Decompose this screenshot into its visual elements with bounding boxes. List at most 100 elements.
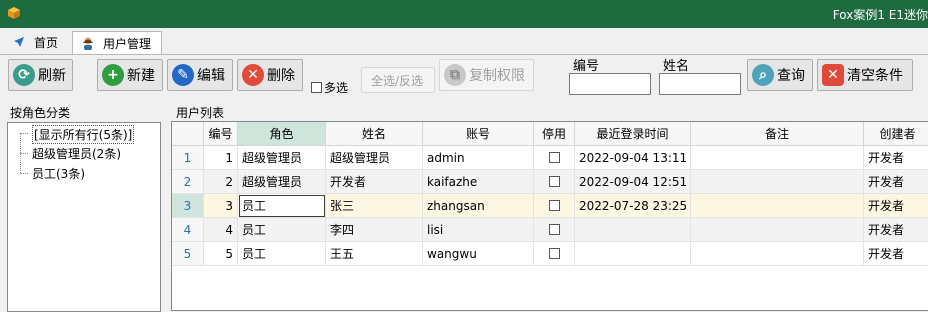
multi-select-label: 多选 — [324, 81, 349, 95]
cell-note[interactable] — [691, 146, 864, 170]
disabled-checkbox[interactable] — [548, 200, 560, 211]
disabled-checkbox[interactable] — [548, 224, 560, 235]
disabled-checkbox[interactable] — [548, 152, 560, 163]
clear-filter-button[interactable]: ✕ 清空条件 — [817, 59, 913, 91]
copy-permission-button[interactable]: ⧉ 复制权限 — [439, 59, 534, 91]
column-header[interactable]: 最近登录时间 — [575, 122, 691, 146]
cell-name[interactable]: 开发者 — [326, 170, 423, 194]
cell-last-login[interactable]: 2022-09-04 13:11 — [575, 146, 691, 170]
tab-bar: 首页 用户管理 — [0, 28, 928, 55]
cell-last-login[interactable]: 2022-07-28 23:25 — [575, 194, 691, 218]
column-header[interactable]: 编号 — [204, 122, 238, 146]
cell-account[interactable]: zhangsan — [423, 194, 534, 218]
tree-connector — [20, 133, 28, 134]
refresh-label: 刷新 — [38, 68, 66, 84]
row-number[interactable]: 5 — [172, 242, 204, 266]
cell-role[interactable]: 员工 — [238, 194, 326, 218]
row-header-corner — [172, 122, 204, 146]
edit-button[interactable]: ✎ 编辑 — [167, 59, 233, 91]
filter-name-input[interactable] — [659, 73, 741, 95]
query-button[interactable]: ⌕ 查询 — [747, 59, 813, 91]
cell-creator[interactable]: 开发者 — [864, 170, 928, 194]
cell-creator[interactable]: 开发者 — [864, 146, 928, 170]
plus-icon: + — [102, 64, 124, 86]
row-number[interactable]: 3 — [172, 194, 204, 218]
disabled-checkbox[interactable] — [548, 176, 560, 187]
tab-home-label: 首页 — [34, 35, 59, 50]
cell-id[interactable]: 1 — [204, 146, 238, 170]
filter-name-label: 姓名 — [663, 59, 690, 74]
tree-item-super-admin[interactable]: 超级管理员(2条) — [32, 145, 121, 162]
tree-connector — [20, 173, 28, 174]
user-grid: 编号 角色 姓名 账号 停用 最近登录时间 备注 创建者 1 1 超级管理员 超级管理… — [171, 121, 928, 311]
cell-account[interactable]: wangwu — [423, 242, 534, 266]
query-label: 查询 — [777, 68, 805, 84]
cell-creator[interactable]: 开发者 — [864, 194, 928, 218]
cell-note[interactable] — [691, 194, 864, 218]
cell-id[interactable]: 4 — [204, 218, 238, 242]
copy-permission-label: 复制权限 — [469, 68, 525, 84]
tree-item-staff[interactable]: 员工(3条) — [32, 165, 85, 182]
cell-name[interactable]: 王五 — [326, 242, 423, 266]
column-header[interactable]: 创建者 — [864, 122, 928, 146]
cell-name[interactable]: 超级管理员 — [326, 146, 423, 170]
cell-creator[interactable]: 开发者 — [864, 218, 928, 242]
role-tree: [显示所有行(5条)] 超级管理员(2条) 员工(3条) — [7, 122, 161, 312]
clear-filter-icon: ✕ — [822, 64, 844, 86]
cell-last-login[interactable]: 2022-09-04 12:51 — [575, 170, 691, 194]
cell-note[interactable] — [691, 170, 864, 194]
column-header[interactable]: 角色 — [238, 122, 326, 146]
cell-name[interactable]: 张三 — [326, 194, 423, 218]
app-logo-icon — [8, 7, 20, 19]
cell-last-login[interactable] — [575, 242, 691, 266]
cell-id[interactable]: 5 — [204, 242, 238, 266]
tab-home[interactable]: 首页 — [12, 31, 58, 53]
disabled-checkbox-cell[interactable] — [534, 242, 575, 266]
filter-id-input[interactable] — [569, 73, 651, 95]
edit-label: 编辑 — [197, 68, 225, 84]
column-header[interactable]: 姓名 — [326, 122, 423, 146]
cell-account[interactable]: lisi — [423, 218, 534, 242]
cell-account[interactable]: admin — [423, 146, 534, 170]
disabled-checkbox-cell[interactable] — [534, 170, 575, 194]
cell-account[interactable]: kaifazhe — [423, 170, 534, 194]
toolbar: ⟳ 刷新 + 新建 ✎ 编辑 ✕ 删除 多选 全选/反选 ⧉ 复制权限 编号 姓… — [0, 55, 928, 99]
cell-name[interactable]: 李四 — [326, 218, 423, 242]
refresh-icon: ⟳ — [13, 64, 35, 86]
row-number[interactable]: 2 — [172, 170, 204, 194]
delete-button[interactable]: ✕ 删除 — [237, 59, 303, 91]
disabled-checkbox-cell[interactable] — [534, 146, 575, 170]
refresh-button[interactable]: ⟳ 刷新 — [8, 59, 73, 91]
row-number[interactable]: 1 — [172, 146, 204, 170]
tree-item-all[interactable]: [显示所有行(5条)] — [32, 125, 135, 144]
cell-note[interactable] — [691, 218, 864, 242]
search-icon: ⌕ — [752, 64, 774, 86]
column-header[interactable]: 账号 — [423, 122, 534, 146]
tab-user-management[interactable]: 用户管理 — [72, 31, 162, 54]
title-bar: Fox案例1 E1迷你 — [0, 0, 928, 28]
cell-note[interactable] — [691, 242, 864, 266]
cell-id[interactable]: 3 — [204, 194, 238, 218]
cell-role[interactable]: 超级管理员 — [238, 170, 326, 194]
cell-id[interactable]: 2 — [204, 170, 238, 194]
user-group-icon — [81, 36, 95, 50]
select-all-label: 全选/反选 — [370, 73, 424, 88]
role-category-title: 按角色分类 — [10, 106, 71, 120]
cell-role[interactable]: 员工 — [238, 242, 326, 266]
cell-role[interactable]: 员工 — [238, 218, 326, 242]
disabled-checkbox[interactable] — [548, 248, 560, 259]
disabled-checkbox-cell[interactable] — [534, 194, 575, 218]
cell-role[interactable]: 超级管理员 — [238, 146, 326, 170]
column-header[interactable]: 停用 — [534, 122, 575, 146]
disabled-checkbox-cell[interactable] — [534, 218, 575, 242]
column-header[interactable]: 备注 — [691, 122, 864, 146]
row-number[interactable]: 4 — [172, 218, 204, 242]
tree-connector — [20, 153, 28, 154]
multi-select-check[interactable] — [311, 82, 322, 93]
multi-select-checkbox[interactable]: 多选 — [311, 79, 348, 96]
cell-creator[interactable]: 开发者 — [864, 242, 928, 266]
cell-last-login[interactable] — [575, 218, 691, 242]
new-button[interactable]: + 新建 — [97, 59, 163, 91]
clear-filter-label: 清空条件 — [847, 68, 903, 84]
select-all-button[interactable]: 全选/反选 — [361, 67, 435, 93]
